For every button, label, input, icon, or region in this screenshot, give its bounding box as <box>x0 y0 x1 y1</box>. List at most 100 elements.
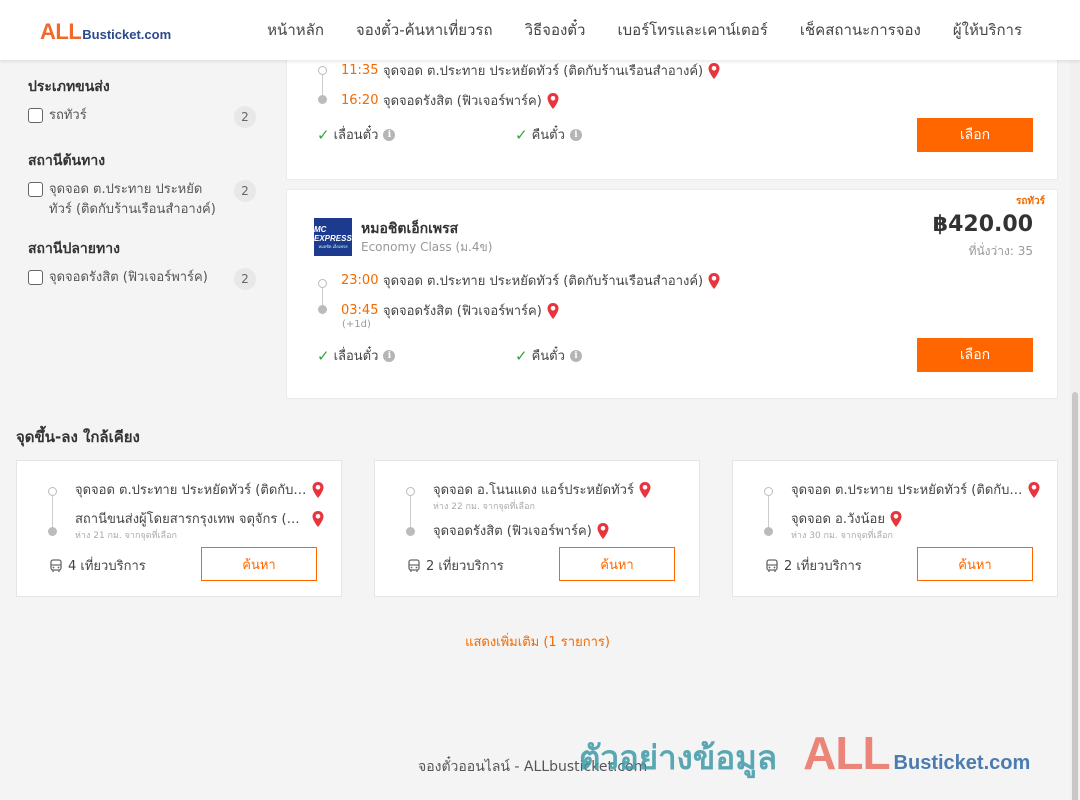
arrive-stop-name: จุดจอดรังสิต (ฟิวเจอร์พาร์ค) <box>383 304 542 319</box>
info-icon[interactable]: i <box>569 128 582 141</box>
nearby-to: จุดจอด อ.วังน้อย <box>791 508 903 529</box>
map-pin-icon[interactable] <box>311 510 325 528</box>
depart-stop-name: จุดจอด ต.ประทาย ประหยัดทัวร์ (ติดกับร้าน… <box>383 274 704 289</box>
scrollbar-thumb[interactable] <box>1072 392 1078 800</box>
info-icon[interactable]: i <box>383 128 396 141</box>
arrive-stop: 03:45 จุดจอดรังสิต (ฟิวเจอร์พาร์ค) <box>341 300 560 321</box>
nearby-from: จุดจอด อ.โนนแดง แอร์ประหยัดทัวร์ <box>433 479 652 500</box>
operator-name: หมอชิตเอ็กเพรส <box>361 221 459 237</box>
filter-checkbox[interactable] <box>28 182 43 197</box>
nearby-search-button[interactable]: ค้นหา <box>559 547 675 581</box>
filter-count-badge: 2 <box>234 106 256 128</box>
trip-count-label: 2 เที่ยวบริการ <box>784 559 862 574</box>
nearby-section-title: จุดขึ้น-ลง ใกล้เคียง <box>16 428 140 446</box>
arrive-time: 03:45 <box>341 303 379 318</box>
route-end-dot <box>318 305 327 314</box>
route-start-dot <box>318 279 327 288</box>
filter-title: สถานีปลายทาง <box>28 241 120 257</box>
filter-label: รถทัวร์ <box>49 108 87 123</box>
check-icon: ✓ <box>515 346 528 365</box>
info-icon[interactable]: i <box>383 349 396 362</box>
nearby-from-name: จุดจอด ต.ประทาย ประหยัดทัวร์ (ติดกับร้าน… <box>791 483 1023 498</box>
check-icon: ✓ <box>317 346 330 365</box>
logo-all-text: ALL <box>40 19 82 44</box>
route-start-dot <box>764 487 773 496</box>
feature-label: เลื่อนตั๋ว <box>333 128 379 143</box>
depart-stop: 11:35 จุดจอด ต.ประทาย ประหยัดทัวร์ (ติดก… <box>341 60 721 81</box>
next-day-indicator: (+1d) <box>342 319 371 330</box>
map-pin-icon[interactable] <box>707 62 721 80</box>
nearby-to-name: สถานีขนส่งผู้โดยสารกรุงเทพ จตุจักร (หมอช… <box>75 512 307 527</box>
nav-book-search[interactable]: จองตั๋ว-ค้นหาเที่ยวรถ <box>356 18 493 42</box>
distance-note: ห่าง 30 กม. จากจุดที่เลือก <box>791 531 893 541</box>
nearby-search-button[interactable]: ค้นหา <box>917 547 1033 581</box>
watermark-all-text: ALL <box>803 727 890 779</box>
map-pin-icon[interactable] <box>889 510 903 528</box>
logo-busticket-text: Busticket.com <box>82 27 172 42</box>
map-pin-icon[interactable] <box>1027 481 1041 499</box>
page-scrollbar[interactable] <box>1070 60 1080 800</box>
filter-option[interactable]: จุดจอดรังสิต (ฟิวเจอร์พาร์ค) 2 <box>28 268 256 290</box>
depart-time: 11:35 <box>341 63 379 78</box>
trip-count-label: 2 เที่ยวบริการ <box>426 559 504 574</box>
filter-checkbox[interactable] <box>28 108 43 123</box>
filter-title: สถานีต้นทาง <box>28 153 106 169</box>
trip-count: 4 เที่ยวบริการ <box>49 555 146 576</box>
arrive-stop: 16:20 จุดจอดรังสิต (ฟิวเจอร์พาร์ค) <box>341 90 560 111</box>
operator-logo: MC EXPRESS หมอชิต เอ็กเพรส <box>314 218 352 256</box>
distance-note: ห่าง 22 กม. จากจุดที่เลือก <box>433 502 535 512</box>
nav-how-to-book[interactable]: วิธีจองตั๋ว <box>525 18 586 42</box>
map-pin-icon[interactable] <box>707 272 721 290</box>
route-end-dot <box>48 527 57 536</box>
nav-operators[interactable]: ผู้ให้บริการ <box>953 18 1022 42</box>
filter-option[interactable]: จุดจอด ต.ประทาย ประหยัดทัวร์ (ติดกับร้าน… <box>28 180 256 220</box>
nearby-from: จุดจอด ต.ประทาย ประหยัดทัวร์ (ติดกับร้าน… <box>791 479 1041 500</box>
select-trip-button[interactable]: เลือก <box>917 118 1033 152</box>
depart-stop: 23:00 จุดจอด ต.ประทาย ประหยัดทัวร์ (ติดก… <box>341 270 721 291</box>
filter-option[interactable]: รถทัวร์ 2 <box>28 106 256 128</box>
nearby-to: จุดจอดรังสิต (ฟิวเจอร์พาร์ค) <box>433 520 610 541</box>
route-start-dot <box>318 66 327 75</box>
site-logo[interactable]: ALL Busticket.com <box>40 19 171 45</box>
sample-data-watermark: ตัวอย่างข้อมูล ALL Busticket.com <box>579 726 1030 784</box>
check-icon: ✓ <box>515 125 528 144</box>
feature-label: คืนตั๋ว <box>531 128 565 143</box>
depart-stop-name: จุดจอด ต.ประทาย ประหยัดทัวร์ (ติดกับร้าน… <box>383 64 704 79</box>
bus-icon <box>766 558 778 572</box>
trip-count: 2 เที่ยวบริการ <box>765 555 862 576</box>
filter-group-transport-type: ประเภทขนส่ง รถทัวร์ 2 <box>28 76 256 128</box>
feature-refund: ✓ คืนตั๋ว i <box>515 124 582 145</box>
nearby-route-card: จุดจอด อ.โนนแดง แอร์ประหยัดทัวร์ ห่าง 22… <box>374 460 700 597</box>
nav-home[interactable]: หน้าหลัก <box>267 18 324 42</box>
nav-phone-counters[interactable]: เบอร์โทรและเคาน์เตอร์ <box>617 18 767 42</box>
trip-price: ฿420.00 <box>932 212 1033 237</box>
trip-count: 2 เที่ยวบริการ <box>407 555 504 576</box>
route-end-dot <box>406 527 415 536</box>
feature-label: เลื่อนตั๋ว <box>333 349 379 364</box>
filter-count-badge: 2 <box>234 180 256 202</box>
info-icon[interactable]: i <box>569 349 582 362</box>
filter-checkbox[interactable] <box>28 270 43 285</box>
depart-time: 23:00 <box>341 273 379 288</box>
show-more-link[interactable]: แสดงเพิ่มเติม (1 รายการ) <box>0 631 1075 652</box>
feature-refund: ✓ คืนตั๋ว i <box>515 345 582 366</box>
route-end-dot <box>318 95 327 104</box>
arrive-time: 16:20 <box>341 93 379 108</box>
filter-label: จุดจอด ต.ประทาย ประหยัดทัวร์ (ติดกับร้าน… <box>49 182 216 217</box>
bus-icon <box>408 558 420 572</box>
distance-note: ห่าง 21 กม. จากจุดที่เลือก <box>75 531 177 541</box>
map-pin-icon[interactable] <box>638 481 652 499</box>
nearby-search-button[interactable]: ค้นหา <box>201 547 317 581</box>
route-line <box>52 495 53 531</box>
filter-label: จุดจอดรังสิต (ฟิวเจอร์พาร์ค) <box>49 270 208 285</box>
nav-booking-status[interactable]: เช็คสถานะการจอง <box>800 18 921 42</box>
map-pin-icon[interactable] <box>546 302 560 320</box>
map-pin-icon[interactable] <box>311 481 325 499</box>
route-end-dot <box>764 527 773 536</box>
map-pin-icon[interactable] <box>596 522 610 540</box>
nearby-to-name: จุดจอด อ.วังน้อย <box>791 512 885 527</box>
map-pin-icon[interactable] <box>546 92 560 110</box>
feature-reschedule: ✓ เลื่อนตั๋ว i <box>317 345 396 366</box>
route-line <box>410 495 411 531</box>
select-trip-button[interactable]: เลือก <box>917 338 1033 372</box>
